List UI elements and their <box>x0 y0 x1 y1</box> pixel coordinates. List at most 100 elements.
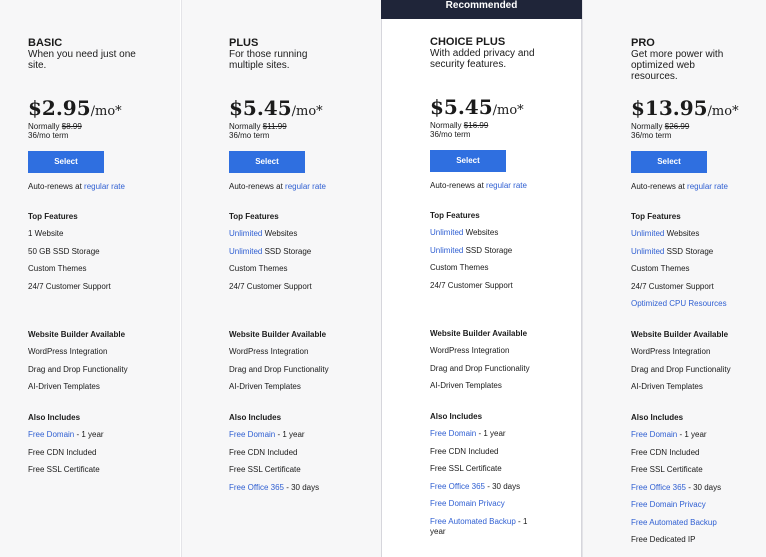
feature-link[interactable]: Unlimited <box>631 247 664 256</box>
plan-card-choice-plus: Recommended CHOICE PLUS With added priva… <box>381 0 582 557</box>
normal-price-value: $16.99 <box>463 121 489 130</box>
builder-title: Website Builder Available <box>631 330 729 339</box>
feature-text: Websites <box>664 229 700 238</box>
include-link[interactable]: Free Domain <box>430 429 476 438</box>
price-period: /mo* <box>90 104 122 119</box>
builder-item: AI-Driven Templates <box>28 382 100 391</box>
also-includes-title: Also Includes <box>430 412 483 421</box>
builder-item: AI-Driven Templates <box>229 382 301 391</box>
include-text: Free SSL Certificate <box>430 464 502 473</box>
feature-item: 1 Website <box>28 229 148 239</box>
include-item: Free SSL Certificate <box>28 465 148 475</box>
feature-text: Custom Themes <box>28 264 87 273</box>
include-text: - 1 year <box>275 430 305 439</box>
top-features-title: Top Features <box>28 212 78 221</box>
feature-text: 50 GB SSD Storage <box>28 246 100 256</box>
auto-renew-text: Auto-renews at regular rate <box>28 182 125 192</box>
term-text: 36/mo term <box>28 131 69 140</box>
top-features: Top Features Unlimited Websites Unlimite… <box>631 212 751 317</box>
plan-price: $5.45/mo* <box>430 96 524 122</box>
website-builder: Website Builder Available WordPress Inte… <box>229 330 349 400</box>
feature-item: 50 GB SSD Storage <box>28 247 148 257</box>
feature-link[interactable]: Unlimited <box>229 229 262 238</box>
include-text: - 30 days <box>284 482 320 492</box>
feature-text: Custom Themes <box>229 264 288 273</box>
builder-item: AI-Driven Templates <box>631 382 703 391</box>
renew-label: Auto-renews at <box>28 182 82 191</box>
also-includes-title: Also Includes <box>631 413 684 422</box>
top-features-title: Top Features <box>229 212 279 221</box>
auto-renew-text: Auto-renews at regular rate <box>631 182 728 192</box>
include-link[interactable]: Free Domain Privacy <box>631 500 706 509</box>
include-link[interactable]: Free Domain <box>28 430 74 439</box>
include-link[interactable]: Free Automated Backup <box>430 517 516 526</box>
builder-item: AI-Driven Templates <box>430 381 502 390</box>
feature-item: Unlimited SSD Storage <box>631 247 751 257</box>
include-link[interactable]: Free Domain <box>229 430 275 439</box>
feature-link[interactable]: Unlimited <box>229 247 262 256</box>
feature-link[interactable]: Unlimited <box>631 229 664 238</box>
regular-rate-link[interactable]: regular rate <box>285 182 326 191</box>
price-amount: $13.95 <box>631 96 708 120</box>
normal-price-value: $8.99 <box>61 122 82 131</box>
include-item: Free Automated Backup <box>631 518 751 528</box>
pricing-plans: BASIC When you need just one site. $2.95… <box>0 0 766 557</box>
select-button[interactable]: Select <box>631 151 707 173</box>
include-text: - 1 year <box>74 430 104 439</box>
normally-label: Normally <box>28 122 60 131</box>
term-text: 36/mo term <box>430 130 471 139</box>
plan-card-pro: PRO Get more power with optimized web re… <box>582 0 766 557</box>
feature-item: 24/7 Customer Support <box>430 281 550 291</box>
top-features: Top Features Unlimited Websites Unlimite… <box>430 211 550 298</box>
select-button[interactable]: Select <box>430 150 506 172</box>
also-includes: Also Includes Free Domain - 1 year Free … <box>631 413 751 553</box>
select-button[interactable]: Select <box>229 151 305 173</box>
include-item: Free Office 365 - 30 days <box>631 483 751 493</box>
include-item: Free CDN Included <box>28 448 148 458</box>
feature-text: Custom Themes <box>430 263 489 272</box>
feature-item: Custom Themes <box>430 263 550 273</box>
website-builder: Website Builder Available WordPress Inte… <box>28 330 148 400</box>
builder-item: Drag and Drop Functionality <box>430 363 530 373</box>
also-includes-title: Also Includes <box>229 413 282 422</box>
feature-link[interactable]: Unlimited <box>430 228 463 237</box>
include-item: Free Domain Privacy <box>631 500 751 510</box>
include-link[interactable]: Free Office 365 <box>229 483 284 492</box>
include-item: Free Office 365 - 30 days <box>229 483 349 493</box>
include-link[interactable]: Free Domain <box>631 430 677 439</box>
builder-title: Website Builder Available <box>229 330 327 339</box>
feature-text: SSD Storage <box>664 246 714 256</box>
also-includes: Also Includes Free Domain - 1 year Free … <box>229 413 349 500</box>
top-features-title: Top Features <box>631 212 681 221</box>
feature-item: Custom Themes <box>28 264 148 274</box>
include-link[interactable]: Free Automated Backup <box>631 518 717 527</box>
include-item: Free SSL Certificate <box>229 465 349 475</box>
regular-rate-link[interactable]: regular rate <box>84 182 125 191</box>
auto-renew-text: Auto-renews at regular rate <box>229 182 326 192</box>
feature-link[interactable]: Unlimited <box>430 246 463 255</box>
include-link[interactable]: Free Office 365 <box>430 482 485 491</box>
select-button[interactable]: Select <box>28 151 104 173</box>
include-link[interactable]: Free Office 365 <box>631 483 686 492</box>
include-item: Free CDN Included <box>631 448 751 458</box>
feature-text: Websites <box>463 228 499 237</box>
include-text: - 30 days <box>686 482 722 492</box>
top-features-title: Top Features <box>430 211 480 220</box>
feature-text: Custom Themes <box>631 264 690 273</box>
regular-rate-link[interactable]: regular rate <box>486 181 527 190</box>
term-text: 36/mo term <box>229 131 270 140</box>
also-includes: Also Includes Free Domain - 1 year Free … <box>28 413 148 483</box>
feature-link[interactable]: Optimized CPU Resources <box>631 299 727 308</box>
feature-item: Unlimited Websites <box>229 229 349 239</box>
include-text: Free SSL Certificate <box>631 465 703 474</box>
normally-label: Normally <box>631 122 663 131</box>
include-text: - 30 days <box>485 481 521 491</box>
include-link[interactable]: Free Domain Privacy <box>430 499 505 508</box>
builder-item: WordPress Integration <box>229 347 309 356</box>
feature-item: Unlimited SSD Storage <box>430 246 550 256</box>
include-item: Free SSL Certificate <box>631 465 751 475</box>
regular-rate-link[interactable]: regular rate <box>687 182 728 191</box>
include-item: Free Office 365 - 30 days <box>430 482 550 492</box>
top-features: Top Features Unlimited Websites Unlimite… <box>229 212 349 299</box>
price-period: /mo* <box>707 104 739 119</box>
